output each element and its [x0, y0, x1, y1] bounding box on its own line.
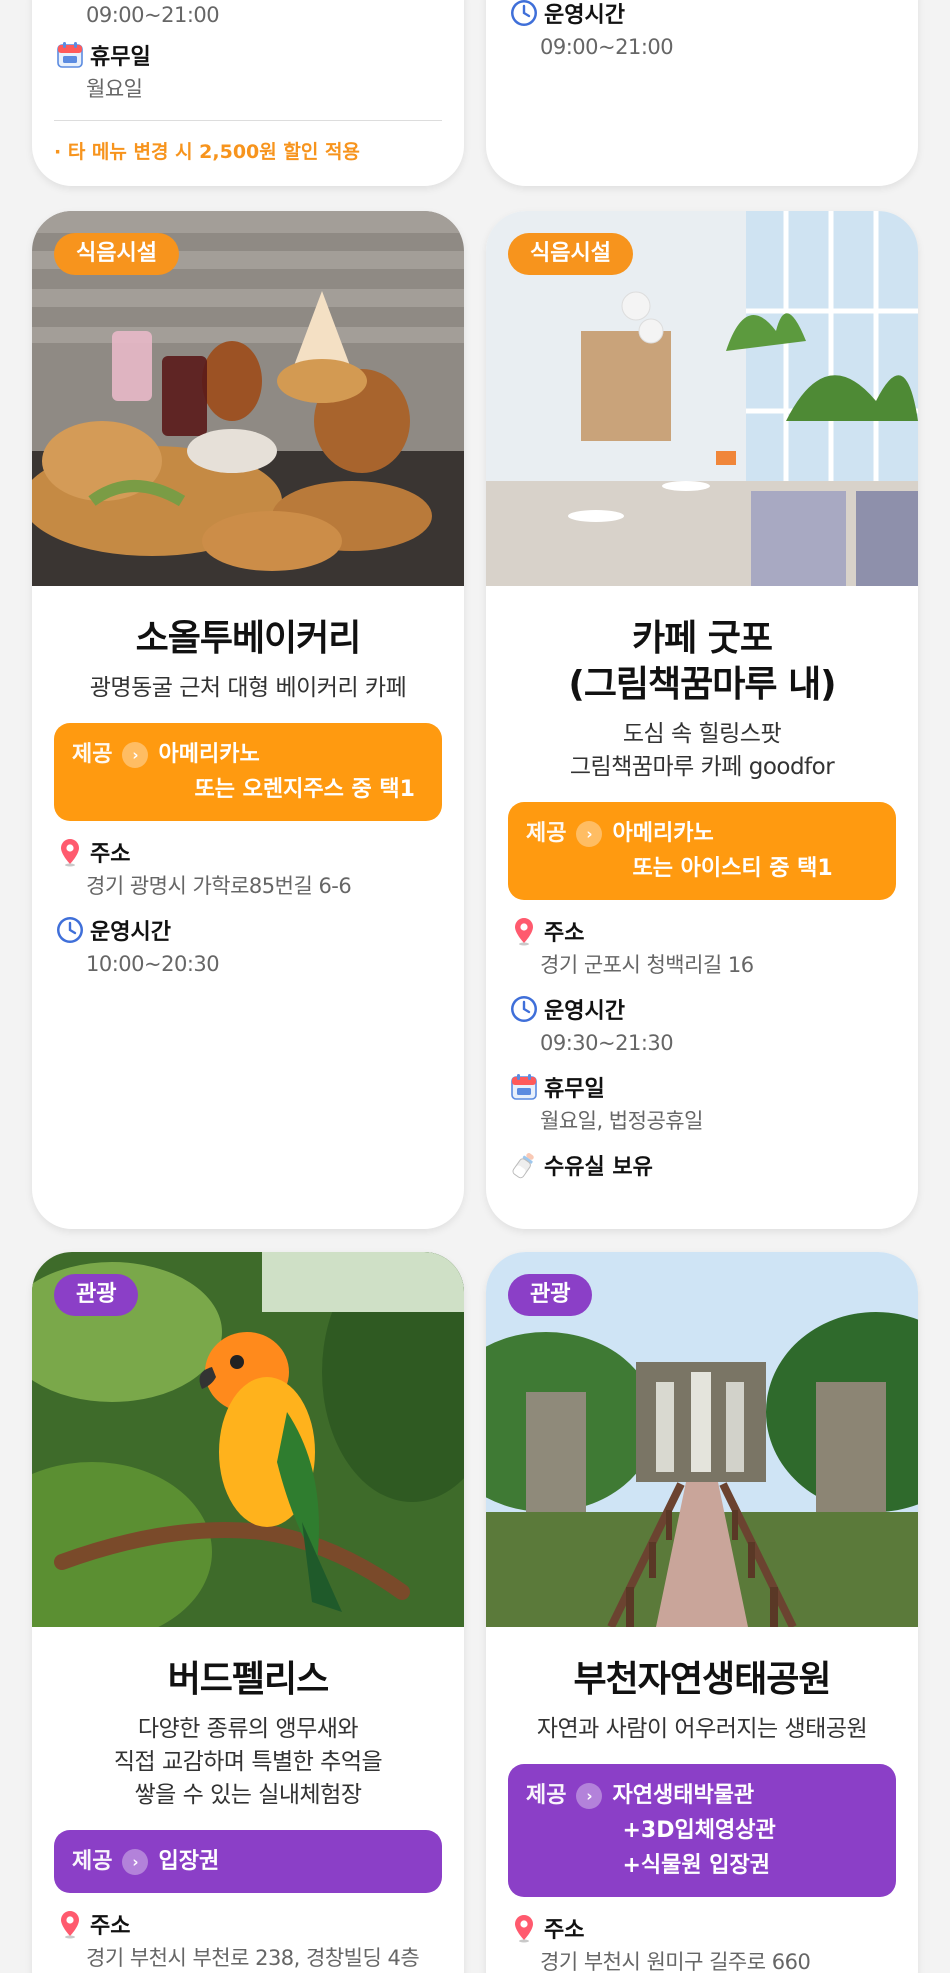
clock-icon — [508, 0, 540, 29]
address-value: 경기 부천시 부천로 238, 경창빌딩 4층 — [86, 1946, 420, 1970]
bird-photo: 관광 — [32, 1252, 464, 1627]
address-value: 경기 부천시 원미구 길주로 660 — [540, 1950, 811, 1973]
holiday-row: 휴무일 — [508, 1070, 896, 1104]
provide-box: 제공 › 아메리카노 또는 오렌지주스 중 택1 — [54, 723, 442, 821]
holiday-label: 휴무일 — [544, 1077, 605, 1102]
clock-icon — [54, 914, 86, 946]
discount-note: · 타 메뉴 변경 시 2,500원 할인 적용 — [54, 141, 360, 163]
provide-values: 아메리카노 또는 아이스티 중 택1 — [612, 821, 833, 881]
provide-label: 제공 — [526, 821, 567, 846]
hours-value: 09:00~21:00 — [86, 3, 220, 27]
calendar-icon — [508, 1071, 540, 1103]
provide-box: 제공 › 자연생태박물관 +3D입체영상관 +식물원 입장권 — [508, 1764, 896, 1897]
holiday-label: 휴무일 — [90, 45, 151, 70]
baby-bottle-icon — [508, 1149, 540, 1181]
address-label: 주소 — [544, 1918, 585, 1943]
provide-label: 제공 — [526, 1783, 567, 1808]
provide-label: 제공 — [72, 1849, 113, 1874]
provide-label: 제공 — [72, 742, 113, 767]
place-title: 카페 굿포 (그림책꿈마루 내) — [568, 618, 836, 705]
nursing-room-row: 수유실 보유 — [508, 1148, 896, 1182]
hours-value: 09:00~21:00 — [540, 35, 674, 59]
hours-row: 운영시간 — [54, 913, 442, 947]
cafe-photo: 식음시설 — [486, 211, 918, 586]
address-row: 주소 — [54, 1907, 442, 1941]
category-tag: 식음시설 — [508, 233, 633, 275]
provide-box: 제공 › 입장권 — [54, 1830, 442, 1893]
top-partial-card-right: 운영시간 09:00~21:00 — [486, 0, 918, 186]
holiday-row: 휴무일 — [54, 38, 442, 72]
hours-label: 운영시간 — [90, 920, 171, 945]
place-description: 광명동굴 근처 대형 베이커리 카페 — [89, 675, 407, 701]
place-title: 버드펠리스 — [167, 1659, 330, 1700]
category-tag: 관광 — [54, 1274, 139, 1316]
place-title: 부천자연생태공원 — [573, 1659, 832, 1700]
map-pin-icon — [508, 915, 540, 947]
place-card-bucheon-eco-park[interactable]: 관광 부천자연생태공원 자연과 사람이 어우러지는 생태공원 제공 › 자연생태… — [486, 1252, 918, 1973]
category-tag: 관광 — [508, 1274, 593, 1316]
divider — [54, 120, 442, 121]
top-partial-card-left: 09:00~21:00 휴무일 월요일 · 타 메뉴 변경 시 2,500원 할… — [32, 0, 464, 186]
bakery-photo: 식음시설 — [32, 211, 464, 586]
hours-label: 운영시간 — [544, 3, 625, 28]
place-description: 자연과 사람이 어우러지는 생태공원 — [536, 1716, 868, 1742]
map-pin-icon — [54, 1908, 86, 1940]
map-pin-icon — [54, 836, 86, 868]
address-label: 주소 — [90, 842, 131, 867]
provide-box: 제공 › 아메리카노 또는 아이스티 중 택1 — [508, 802, 896, 900]
hours-value: 10:00~20:30 — [86, 952, 220, 976]
hours-value: 09:30~21:30 — [540, 1031, 674, 1055]
place-description: 다양한 종류의 앵무새와 직접 교감하며 특별한 추억을 쌓을 수 있는 실내체… — [113, 1716, 383, 1808]
place-title: 소올투베이커리 — [135, 618, 362, 659]
provide-values: 아메리카노 또는 오렌지주스 중 택1 — [158, 742, 415, 802]
hours-label: 운영시간 — [544, 999, 625, 1024]
map-pin-icon — [508, 1912, 540, 1944]
chevron-right-icon: › — [576, 1783, 603, 1809]
chevron-right-icon: › — [576, 821, 603, 847]
address-label: 주소 — [544, 921, 585, 946]
chevron-right-icon: › — [122, 742, 149, 768]
hours-row: 운영시간 — [508, 0, 896, 30]
place-card-soul2-bakery[interactable]: 식음시설 소올투베이커리 광명동굴 근처 대형 베이커리 카페 제공 › 아메리… — [32, 211, 464, 1229]
place-description: 도심 속 힐링스팟 그림책꿈마루 카페 goodfor — [569, 721, 835, 780]
holiday-value: 월요일, 법정공휴일 — [540, 1109, 703, 1133]
nursing-room-label: 수유실 보유 — [544, 1155, 653, 1180]
chevron-right-icon: › — [122, 1849, 149, 1875]
category-tag: 식음시설 — [54, 233, 179, 275]
place-card-cafe-goodfor[interactable]: 식음시설 카페 굿포 (그림책꿈마루 내) 도심 속 힐링스팟 그림책꿈마루 카… — [486, 211, 918, 1229]
address-value: 경기 군포시 청백리길 16 — [540, 953, 754, 977]
calendar-icon — [54, 39, 86, 71]
hours-row: 운영시간 — [508, 992, 896, 1026]
provide-values: 자연생태박물관 +3D입체영상관 +식물원 입장권 — [612, 1783, 776, 1878]
address-row: 주소 — [508, 914, 896, 948]
address-row: 주소 — [508, 1911, 896, 1945]
clock-icon — [508, 993, 540, 1025]
place-card-bird-palace[interactable]: 관광 버드펠리스 다양한 종류의 앵무새와 직접 교감하며 특별한 추억을 쌓을… — [32, 1252, 464, 1973]
address-label: 주소 — [90, 1914, 131, 1939]
address-row: 주소 — [54, 835, 442, 869]
holiday-value: 월요일 — [86, 77, 143, 101]
park-photo: 관광 — [486, 1252, 918, 1627]
address-value: 경기 광명시 가학로85번길 6-6 — [86, 874, 352, 898]
provide-values: 입장권 — [158, 1849, 220, 1874]
